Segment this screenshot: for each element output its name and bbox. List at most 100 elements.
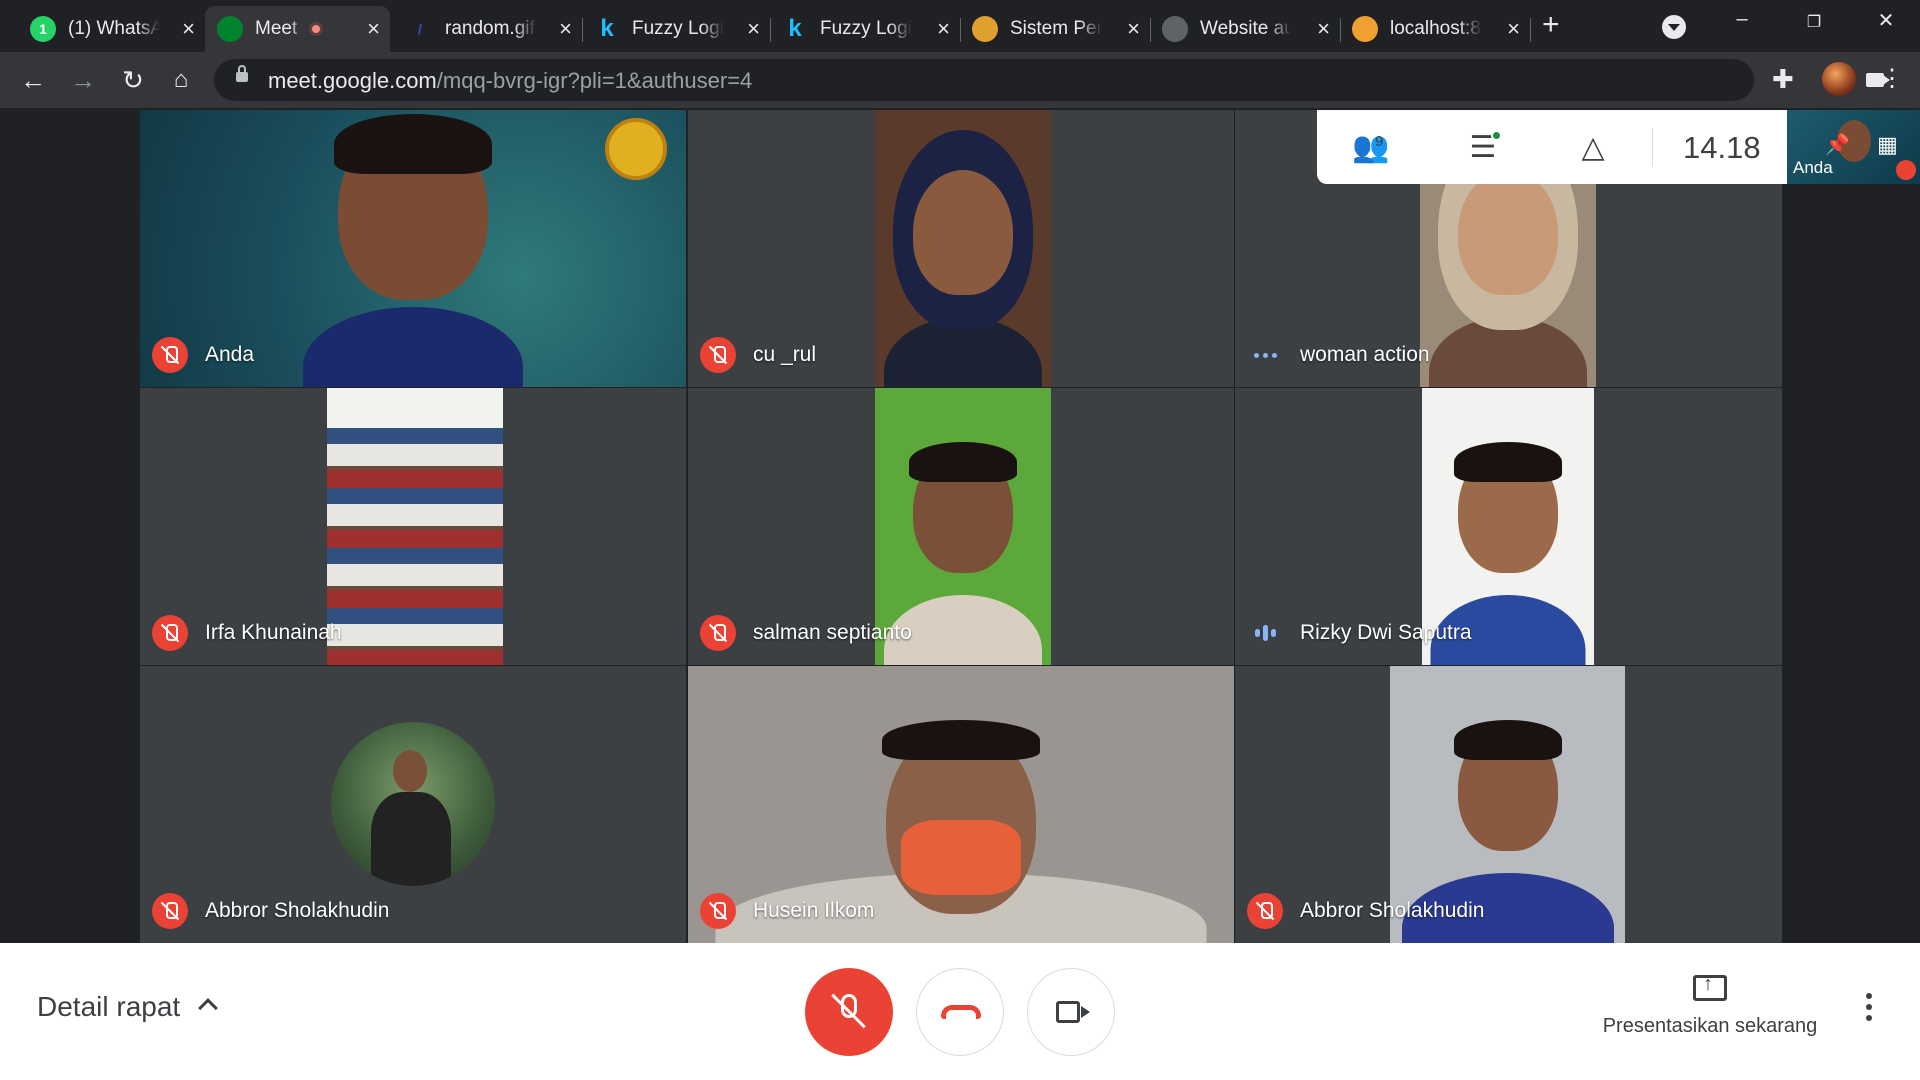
mic-muted-icon [152, 337, 188, 373]
microphone-toggle-button[interactable] [805, 968, 893, 1056]
close-tab-icon[interactable]: × [367, 18, 380, 40]
hexagon-icon [972, 16, 998, 42]
tab-title: localhost:8 [1390, 18, 1481, 39]
kaggle-icon: k [600, 15, 614, 42]
minimize-icon[interactable]: – [1722, 8, 1762, 31]
participant-nameplate: Rizky Dwi Saputra [1247, 615, 1472, 651]
tab-title: Website au [1200, 18, 1292, 39]
participant-avatar [331, 722, 495, 886]
participant-nameplate: cu _rul [700, 337, 816, 373]
tab-title: Fuzzy Logic [820, 18, 912, 39]
mic-muted-icon [152, 615, 188, 651]
restore-icon[interactable]: ❐ [1794, 12, 1834, 32]
browser-tab[interactable]: Sistem Pen × [960, 6, 1151, 52]
browser-tab[interactable]: k Fuzzy Logic × [770, 6, 961, 52]
participant-nameplate: Irfa Khunainah [152, 615, 342, 651]
browser-tab[interactable]: 1 (1) WhatsApp × [18, 6, 205, 52]
participant-name: Husein Ilkom [753, 899, 875, 922]
leave-call-button[interactable] [916, 968, 1004, 1056]
close-tab-icon[interactable]: × [559, 18, 572, 40]
mic-muted-icon [152, 893, 188, 929]
browser-tab[interactable]: Meet - × [205, 6, 390, 52]
participant-name: cu _rul [753, 343, 817, 366]
back-icon[interactable]: ← [18, 65, 48, 95]
browser-menu-icon[interactable]: ⋮ [1880, 64, 1904, 93]
self-view-tile[interactable]: 📌 ▦ Anda [1787, 110, 1920, 184]
chevron-up-icon[interactable] [198, 998, 218, 1018]
whatsapp-icon: 1 [30, 16, 56, 42]
participant-tile[interactable]: Husein Ilkom [688, 666, 1234, 943]
new-tab-button[interactable]: + [1542, 10, 1560, 40]
profile-avatar[interactable] [1822, 62, 1856, 96]
lock-icon [236, 65, 248, 82]
participant-name: woman action [1300, 343, 1430, 366]
self-view-label: Anda [1793, 158, 1833, 177]
meeting-details-button[interactable]: Detail rapat [37, 991, 180, 1023]
browser-tab[interactable]: / random.gif × [395, 6, 583, 52]
tab-title: Sistem Pen [1010, 18, 1102, 39]
audio-level-icon [1247, 337, 1283, 373]
address-bar[interactable]: meet.google.com/mqq-bvrg-igr?pli=1&authu… [214, 59, 1884, 101]
participant-tile[interactable]: Abbror Sholakhudin [140, 666, 686, 943]
pin-icon[interactable]: 📌 [1825, 132, 1850, 157]
forward-icon[interactable]: → [68, 65, 98, 95]
self-mute-icon [1896, 160, 1916, 180]
meet-icon [217, 16, 243, 42]
participants-icon[interactable]: 👥 9 [1351, 130, 1391, 166]
tab-title: (1) WhatsApp [68, 18, 160, 39]
participant-tile[interactable]: Abbror Sholakhudin [1235, 666, 1782, 943]
url-text[interactable]: meet.google.com/mqq-bvrg-igr?pli=1&authu… [268, 68, 752, 94]
mic-muted-icon [1247, 893, 1283, 929]
tab-title: Fuzzy Logic [632, 18, 724, 39]
audio-level-icon [1247, 615, 1283, 651]
mic-muted-icon [700, 615, 736, 651]
mic-muted-icon [700, 337, 736, 373]
close-tab-icon[interactable]: × [747, 18, 760, 40]
participant-tile[interactable]: Anda [140, 110, 686, 387]
participant-tile[interactable]: Rizky Dwi Saputra [1235, 388, 1782, 665]
mic-muted-icon [700, 893, 736, 929]
feather-icon: / [418, 21, 422, 37]
close-tab-icon[interactable]: × [1507, 18, 1520, 40]
extensions-icon[interactable]: ✚ [1772, 64, 1794, 95]
close-tab-icon[interactable]: × [1317, 18, 1330, 40]
camera-toggle-button[interactable] [1027, 968, 1115, 1056]
participant-tile[interactable]: Irfa Khunainah [140, 388, 686, 665]
browser-tab[interactable]: localhost:8 × [1340, 6, 1531, 52]
activities-icon[interactable]: △ [1573, 130, 1613, 166]
more-options-icon[interactable] [1866, 993, 1872, 1026]
participant-nameplate: Abbror Sholakhudin [1247, 893, 1484, 929]
participant-name: Irfa Khunainah [205, 621, 342, 644]
close-tab-icon[interactable]: × [937, 18, 950, 40]
participant-tile[interactable]: salman septianto [688, 388, 1234, 665]
reload-icon[interactable]: ↻ [118, 65, 148, 95]
close-tab-icon[interactable]: × [182, 18, 195, 40]
chat-icon[interactable]: ☰ [1463, 130, 1503, 166]
tab-search-button[interactable] [1662, 15, 1686, 39]
participant-video [327, 388, 503, 665]
browser-tab[interactable]: Website au × [1150, 6, 1341, 52]
hang-up-icon [941, 1005, 981, 1019]
home-icon[interactable]: ⌂ [166, 65, 196, 95]
video-camera-icon [1056, 1001, 1080, 1023]
participant-name: salman septianto [753, 621, 912, 644]
participant-video [875, 110, 1051, 387]
globe-icon [1162, 16, 1188, 42]
browser-tab[interactable]: k Fuzzy Logic × [582, 6, 771, 52]
tab-title: Meet - [255, 18, 303, 39]
participant-name: Abbror Sholakhudin [205, 899, 390, 922]
meeting-info-panel: 👥 9 ☰ △ 14.18 [1317, 110, 1787, 184]
layout-grid-icon[interactable]: ▦ [1877, 132, 1898, 158]
participant-tile[interactable]: cu _rul [688, 110, 1234, 387]
close-window-icon[interactable]: ✕ [1866, 8, 1906, 33]
kaggle-icon: k [788, 15, 802, 42]
participant-nameplate: Husein Ilkom [700, 893, 874, 929]
recording-icon [309, 22, 323, 36]
present-now-button[interactable]: Presentasikan sekarang [1590, 973, 1830, 1038]
meeting-controls-bar: Detail rapat Presentasikan sekarang [0, 943, 1920, 1080]
present-screen-icon [1693, 973, 1727, 1001]
close-tab-icon[interactable]: × [1127, 18, 1140, 40]
participant-nameplate: Anda [152, 337, 254, 373]
participant-name: Rizky Dwi Saputra [1300, 621, 1472, 644]
browser-tab-strip: 1 (1) WhatsApp × Meet - × / random.gif × k Fuzzy … [0, 0, 1920, 52]
